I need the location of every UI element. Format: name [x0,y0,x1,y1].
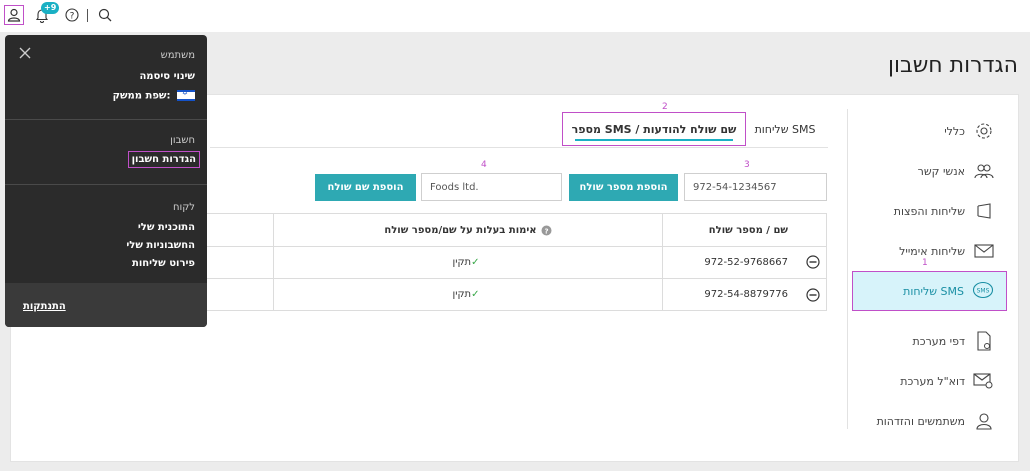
sms-bubble-icon: SMS [972,280,994,302]
tab-sms-shipments[interactable]: שליחות SMS [752,112,818,146]
sender-name-input[interactable] [421,173,562,201]
sidebar-item-label: שליחות אימייל [899,244,965,258]
menu-heading-account: חשבון [170,135,195,146]
tab-sender-settings[interactable]: מספר SMS / שם שולח להודעות [562,112,746,146]
sidebar-item-label: שליחות SMS [903,284,964,298]
annotation-1: 1 [922,258,928,268]
menu-item-my-plan[interactable]: התוכנית שלי [138,222,195,233]
megaphone-icon [973,200,995,222]
menu-item-change-password[interactable]: שינוי סיסמה [139,71,195,82]
add-sender-name-button[interactable]: הוספת שם שולח [315,174,416,201]
envelope-icon [973,240,995,262]
sidebar-item-system-mail[interactable]: דוא"ל מערכת [852,361,1007,401]
user-icon [973,410,995,432]
help-icon[interactable]: ? [62,5,82,25]
svg-text:SMS: SMS [977,288,990,295]
sidebar-item-label: דפי מערכת [912,334,965,348]
tab-divider [210,147,828,148]
mail-gear-icon [973,370,995,392]
annotation-3: 3 [744,160,750,170]
remove-icon[interactable] [806,288,820,302]
close-icon[interactable] [19,47,31,59]
table-cell-sender: 972-54-8879776 [704,288,788,300]
menu-heading-customer: לקוח [172,202,195,213]
topbar-separator [87,9,88,22]
user-menu-dropdown: משתמש שינוי סיסמה שפת ממשק: חשבון הגדרות… [5,35,207,327]
contacts-icon [973,160,995,182]
menu-item-shipment-details[interactable]: פירוט שליחות [132,258,195,269]
sidebar-item-label: אנשי קשר [917,164,965,178]
info-icon[interactable]: ? [541,225,552,236]
page-gear-icon [973,330,995,352]
menu-item-language[interactable]: שפת ממשק: [112,89,195,102]
table-cell-status: תקין ✓ [278,278,658,310]
header-verification: אימות בעלות על שם/מספר שולח ? [278,214,658,246]
language-label: שפת ממשק: [112,90,171,102]
header-sender: שם / מספר שולח [708,224,788,236]
sidebar-item-label: כללי [944,124,965,138]
menu-footer: התנתקות [5,283,207,327]
menu-heading-user: משתמש [160,50,195,61]
gear-icon [973,120,995,142]
sms-tabs: שליחות SMS מספר SMS / שם שולח להודעות [560,112,818,146]
svg-text:?: ? [70,12,75,22]
israel-flag-icon [177,89,195,101]
svg-text:?: ? [544,227,548,235]
header-verification-label: אימות בעלות על שם/מספר שולח [384,224,537,236]
logout-link[interactable]: התנתקות [23,301,66,312]
menu-item-account-settings[interactable]: הגדרות חשבון [127,151,200,168]
annotation-4: 4 [481,160,487,170]
user-icon[interactable] [4,5,24,25]
sidebar-item-users[interactable]: משתמשים והזדהות [852,401,1007,441]
sidebar-item-email[interactable]: שליחות אימייל [852,231,1007,271]
sidebar-item-label: משתמשים והזדהות [876,414,965,428]
settings-sidebar: כללי אנשי קשר שליחות והפצות שליחות אימיי… [847,109,1007,430]
sidebar-item-sms[interactable]: SMS שליחות SMS [852,271,1007,311]
annotation-2: 2 [662,102,668,112]
sidebar-item-campaigns[interactable]: שליחות והפצות [852,191,1007,231]
sidebar-item-contacts[interactable]: אנשי קשר [852,151,1007,191]
check-icon: ✓ [471,288,480,300]
check-icon: ✓ [471,256,480,268]
add-sender-phone-button[interactable]: הוספת מספר שולח [569,174,678,201]
page-title: הגדרות חשבון [888,53,1018,78]
status-text: תקין [452,288,472,300]
notification-badge: +9 [41,2,60,14]
sidebar-item-general[interactable]: כללי [852,111,1007,151]
column-divider [662,214,663,310]
table-cell-sender: 972-52-9768667 [704,256,788,268]
menu-divider [5,184,207,185]
menu-divider [5,119,207,120]
search-icon[interactable] [95,5,115,25]
menu-item-my-invoices[interactable]: החשבוניות שלי [126,240,195,251]
column-divider [273,214,274,310]
sidebar-item-label: שליחות והפצות [893,204,965,218]
status-text: תקין [452,256,472,268]
table-cell-status: תקין ✓ [278,246,658,278]
bell-icon[interactable]: +9 [32,2,60,25]
sidebar-item-label: דוא"ל מערכת [900,374,965,388]
remove-icon[interactable] [806,255,820,269]
top-bar: +9 ? [0,0,1030,32]
sender-phone-input[interactable] [684,173,827,201]
sidebar-item-system-pages[interactable]: דפי מערכת [852,321,1007,361]
